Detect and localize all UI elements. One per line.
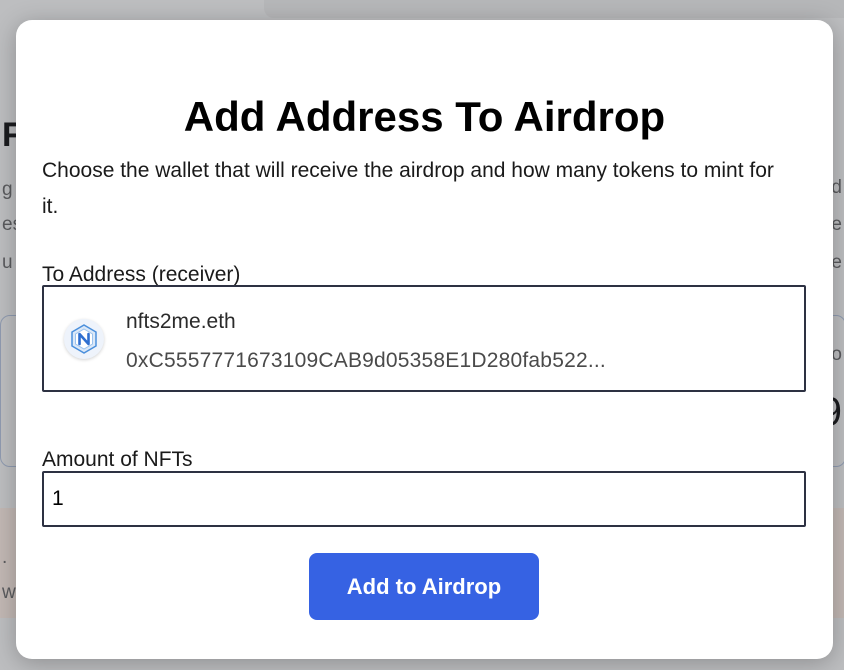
- add-address-modal: Add Address To Airdrop Choose the wallet…: [16, 20, 833, 659]
- background-text-fragment: g: [2, 179, 13, 200]
- receiver-address-field[interactable]: nfts2me.eth 0xC5557771673109CAB9d05358E1…: [42, 285, 806, 392]
- add-to-airdrop-button[interactable]: Add to Airdrop: [309, 553, 539, 620]
- background-text-fragment: u: [2, 252, 13, 273]
- background-header-bar: [264, 0, 844, 18]
- wallet-avatar: [64, 319, 104, 359]
- background-text-fragment: e: [831, 214, 842, 235]
- modal-title: Add Address To Airdrop: [183, 93, 666, 140]
- background-text-fragment: .: [2, 547, 8, 568]
- ens-name: nfts2me.eth: [126, 310, 236, 333]
- nfts2me-logo-icon: [71, 324, 97, 354]
- background-text-fragment: e: [831, 252, 842, 273]
- background-text-fragment: w: [2, 582, 16, 603]
- modal-description: Choose the wallet that will receive the …: [42, 159, 774, 218]
- wallet-address: 0xC5557771673109CAB9d05358E1D280fab522..…: [126, 349, 606, 372]
- amount-label: Amount of NFTs: [42, 448, 193, 471]
- background-text-fragment: d: [831, 177, 842, 198]
- amount-input[interactable]: [42, 471, 806, 527]
